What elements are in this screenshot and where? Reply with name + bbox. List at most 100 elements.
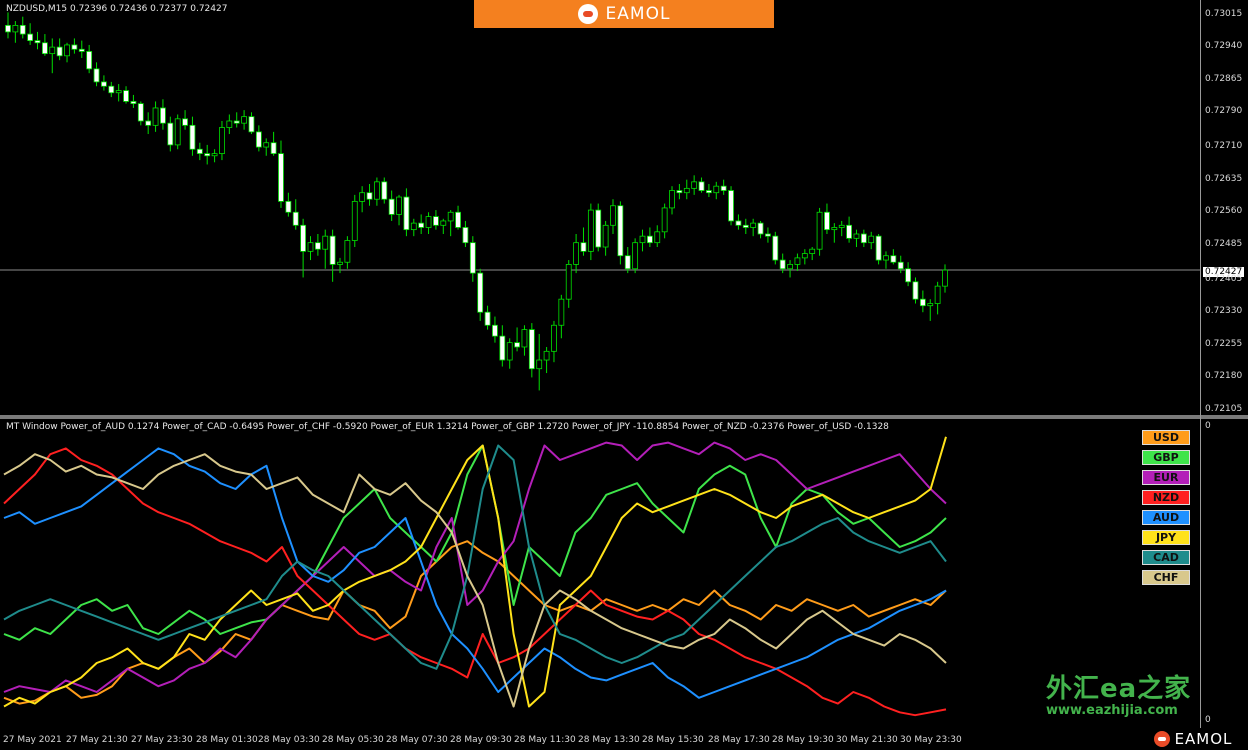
price-tick: 0.72180 [1205, 371, 1243, 382]
candle [93, 62, 100, 87]
candle [204, 144, 211, 165]
series-line-nzd [3, 447, 947, 717]
candle [373, 177, 380, 206]
candle [551, 320, 557, 363]
candle [683, 179, 690, 200]
candle [101, 75, 107, 91]
candle [12, 21, 19, 43]
candle [381, 177, 388, 204]
watermark-url: www.eazhijia.com [1046, 703, 1178, 718]
legend-item-gbp: GBP [1142, 450, 1190, 465]
candle [152, 101, 159, 132]
candle [278, 140, 284, 208]
candle [241, 110, 247, 130]
candle [883, 251, 889, 269]
price-tick: 0.72330 [1205, 306, 1243, 317]
price-axis[interactable]: 0.72427 0.73015 0.72940 0.72865 0.72790 0.72… [1201, 0, 1248, 415]
candle [735, 214, 742, 230]
candle [492, 316, 498, 343]
candle [772, 231, 779, 265]
time-tick: 30 May 21:30 [836, 735, 898, 745]
candle [890, 249, 897, 265]
indicator-pane[interactable]: MT Window Power_of_AUD 0.1274 Power_of_C… [0, 419, 1200, 732]
candle [455, 205, 461, 230]
candle [787, 260, 793, 278]
price-tick: 0.72790 [1205, 106, 1243, 117]
candle [587, 203, 594, 261]
indicator-axis[interactable]: 0 0 [1201, 419, 1248, 732]
candle [322, 229, 329, 269]
legend-item-aud: AUD [1142, 510, 1190, 525]
eamol-footer-logo: EAMOL [1138, 728, 1248, 750]
candle [270, 131, 277, 156]
candle [359, 186, 366, 213]
candle [646, 227, 653, 248]
time-tick: 28 May 09:30 [450, 735, 512, 745]
candle [226, 114, 233, 135]
candle [661, 203, 668, 239]
candle [255, 125, 262, 152]
candle [543, 346, 550, 374]
time-tick: 28 May 11:30 [514, 735, 576, 745]
candle [285, 192, 292, 217]
candle [64, 42, 70, 63]
candle [639, 229, 646, 252]
candle [219, 120, 225, 161]
time-tick: 28 May 01:30 [196, 735, 258, 745]
time-tick: 28 May 13:30 [578, 735, 640, 745]
candle [831, 223, 838, 243]
candle [691, 175, 698, 195]
candle [34, 31, 41, 50]
candle [366, 184, 373, 206]
eamol-footer-text: EAMOL [1174, 730, 1233, 748]
candle [248, 112, 255, 135]
eamol-footer-icon [1153, 731, 1170, 747]
candle [174, 114, 181, 150]
indicator-title: MT Window Power_of_AUD 0.1274 Power_of_C… [6, 422, 889, 432]
price-tick: 0.72405 [1205, 273, 1243, 284]
candle [573, 233, 580, 274]
time-tick: 28 May 05:30 [322, 735, 384, 745]
legend-item-nzd: NZD [1142, 490, 1190, 505]
candle [706, 184, 712, 198]
currency-legend: USD GBP EUR NZD AUD JPY CAD CHF [1142, 430, 1192, 590]
candle [602, 220, 609, 256]
candle [846, 216, 852, 243]
indicator-axis-bottom: 0 [1205, 715, 1211, 725]
candle [875, 233, 882, 265]
time-tick: 27 May 2021 [3, 735, 62, 745]
candle [425, 212, 432, 234]
time-tick: 28 May 17:30 [708, 735, 770, 745]
candlestick-chart [0, 12, 1200, 391]
candle [27, 23, 34, 45]
candle [49, 38, 56, 74]
time-axis[interactable]: 27 May 2021 27 May 21:30 27 May 23:30 28 Ma… [0, 732, 1200, 750]
candle [927, 299, 934, 321]
candle [307, 236, 314, 261]
legend-item-jpy: JPY [1142, 530, 1190, 545]
candle [418, 214, 425, 234]
candle [189, 116, 196, 156]
candle [868, 231, 875, 250]
candle [669, 186, 675, 215]
candle [801, 249, 808, 265]
candle [654, 225, 661, 248]
price-tick: 0.72940 [1205, 41, 1243, 52]
candle [447, 210, 454, 237]
candle [469, 236, 476, 282]
eamol-banner[interactable]: EAMOL [474, 0, 774, 28]
candle [145, 112, 152, 135]
legend-item-usd: USD [1142, 430, 1190, 445]
candle [728, 186, 734, 226]
candle [396, 194, 402, 226]
price-tick: 0.72865 [1205, 73, 1243, 84]
price-tick: 0.72710 [1205, 141, 1243, 152]
time-tick: 28 May 07:30 [386, 735, 448, 745]
price-chart-pane[interactable]: NZDUSD,M15 0.72396 0.72436 0.72377 0.724… [0, 0, 1200, 415]
candle [388, 190, 395, 221]
candle [56, 38, 63, 61]
eamol-logo-text: EAMOL [605, 4, 671, 24]
price-tick: 0.72560 [1205, 206, 1243, 217]
candle [337, 257, 343, 274]
price-tick: 0.72635 [1205, 173, 1243, 184]
